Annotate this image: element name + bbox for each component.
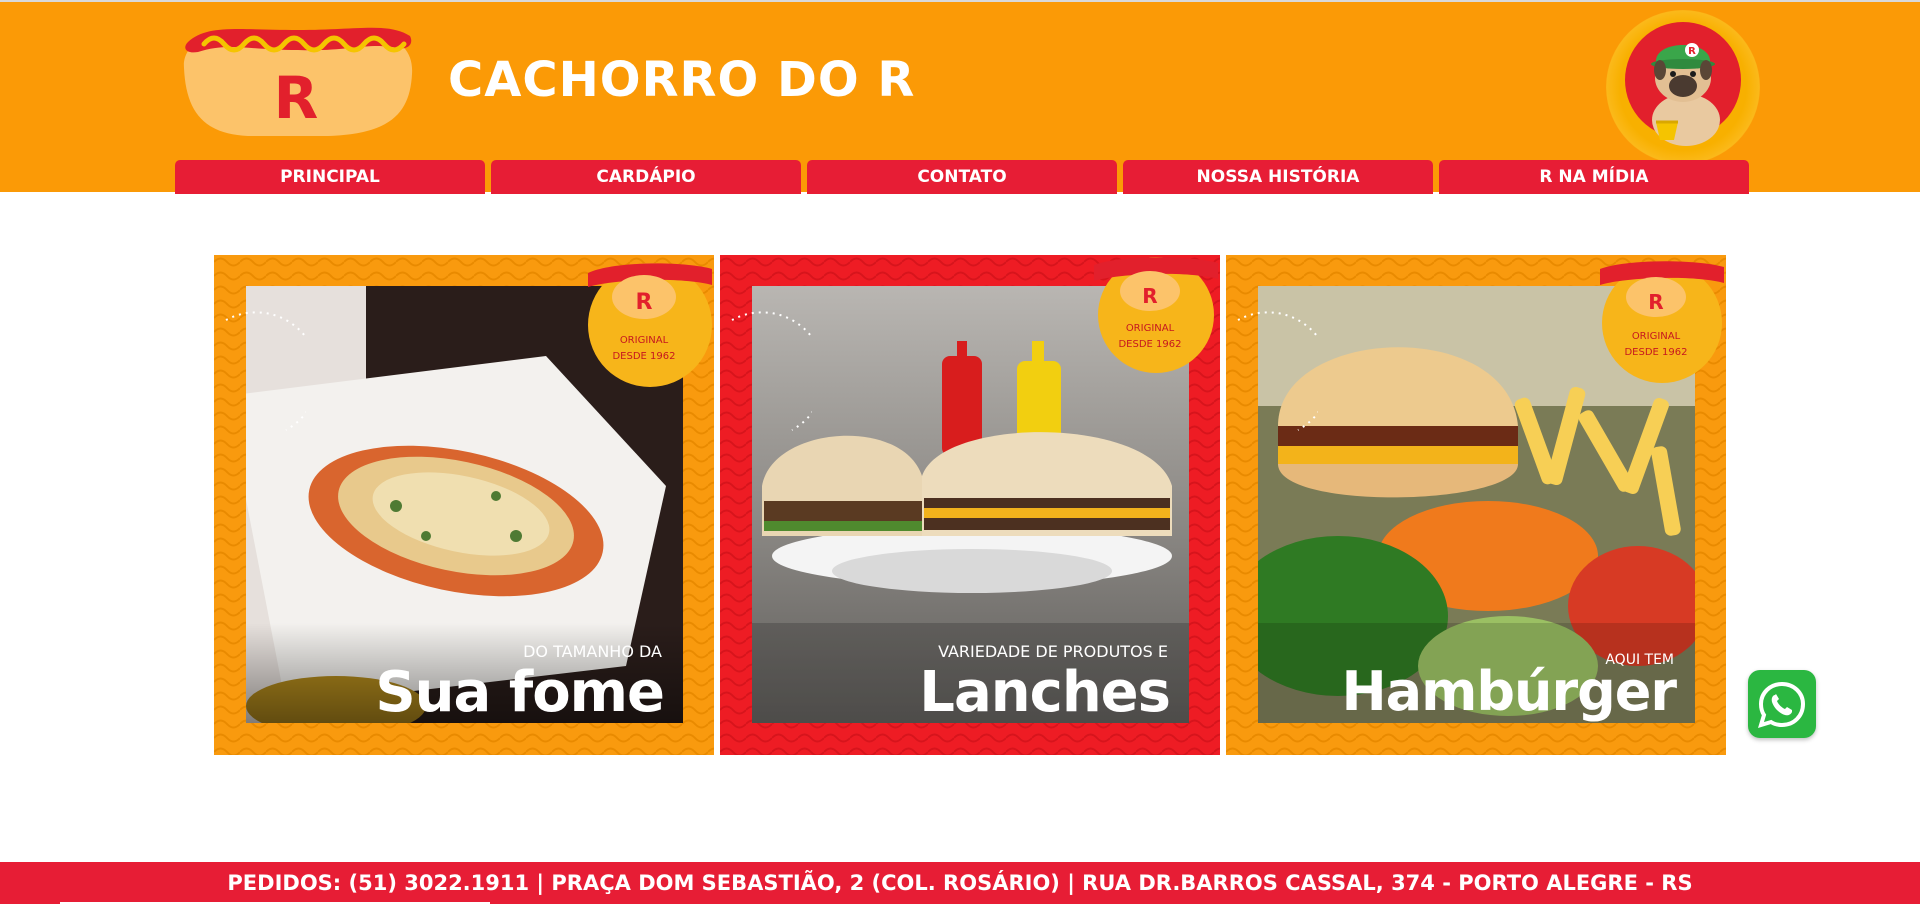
card-caption-big: Hambúrger bbox=[1341, 660, 1677, 723]
original-badge-icon: R ORIGINAL DESDE 1962 bbox=[588, 263, 712, 387]
footer-contact-bar: PEDIDOS: (51) 3022.1911 | PRAÇA DOM SEBA… bbox=[0, 862, 1920, 904]
whatsapp-button[interactable] bbox=[1748, 670, 1816, 738]
svg-text:R: R bbox=[636, 290, 653, 315]
nav-item-cardapio[interactable]: CARDÁPIO bbox=[491, 160, 801, 194]
card-caption-big: Sua fome bbox=[375, 660, 665, 725]
svg-text:DESDE 1962: DESDE 1962 bbox=[612, 351, 675, 362]
hotdog-logo[interactable]: R bbox=[178, 16, 418, 140]
original-badge-icon: R ORIGINAL DESDE 1962 bbox=[1600, 261, 1724, 383]
nav-item-r-na-midia[interactable]: R NA MÍDIA bbox=[1439, 160, 1749, 194]
card-caption-small: VARIEDADE DE PRODUTOS E bbox=[938, 642, 1168, 661]
promo-card-sua-fome[interactable]: DO TAMANHO DA Sua fome R ORIGINAL DESDE … bbox=[214, 255, 714, 755]
card-caption-big: Lanches bbox=[919, 660, 1171, 725]
nav-item-principal[interactable]: PRINCIPAL bbox=[175, 160, 485, 194]
promo-gallery: DO TAMANHO DA Sua fome R ORIGINAL DESDE … bbox=[214, 255, 1726, 755]
svg-text:R: R bbox=[1142, 284, 1157, 308]
quality-seal-icon bbox=[731, 311, 812, 431]
promo-card-hamburger[interactable]: AQUI TEM Hambúrger R ORIGINAL DESDE 1962 bbox=[1226, 255, 1726, 755]
site-header: R CACHORRO DO R R PRINCIPAL CARDÁPIO CON… bbox=[0, 2, 1920, 194]
svg-text:R: R bbox=[1648, 290, 1663, 314]
quality-seal-icon bbox=[1237, 311, 1318, 431]
svg-text:DESDE 1962: DESDE 1962 bbox=[1118, 339, 1181, 350]
card-caption-small: DO TAMANHO DA bbox=[523, 642, 662, 661]
main-nav: PRINCIPAL CARDÁPIO CONTATO NOSSA HISTÓRI… bbox=[175, 160, 1749, 194]
nav-item-nossa-historia[interactable]: NOSSA HISTÓRIA bbox=[1123, 160, 1433, 194]
mascot-cap-letter: R bbox=[1688, 46, 1696, 57]
footer-contact-text: PEDIDOS: (51) 3022.1911 | PRAÇA DOM SEBA… bbox=[227, 871, 1693, 895]
quality-seal-icon bbox=[225, 311, 306, 431]
svg-text:ORIGINAL: ORIGINAL bbox=[1632, 331, 1681, 342]
svg-text:ORIGINAL: ORIGINAL bbox=[1126, 323, 1175, 334]
nav-item-contato[interactable]: CONTATO bbox=[807, 160, 1117, 194]
logo-letter: R bbox=[274, 64, 319, 132]
site-title: CACHORRO DO R bbox=[448, 52, 916, 108]
whatsapp-icon bbox=[1758, 681, 1806, 728]
pug-mascot-icon: R bbox=[1606, 10, 1760, 164]
svg-text:ORIGINAL: ORIGINAL bbox=[620, 335, 669, 346]
original-badge-icon: R ORIGINAL DESDE 1962 bbox=[1094, 257, 1218, 373]
svg-text:DESDE 1962: DESDE 1962 bbox=[1624, 347, 1687, 358]
promo-card-lanches[interactable]: VARIEDADE DE PRODUTOS E Lanches R ORIGIN… bbox=[720, 255, 1220, 755]
